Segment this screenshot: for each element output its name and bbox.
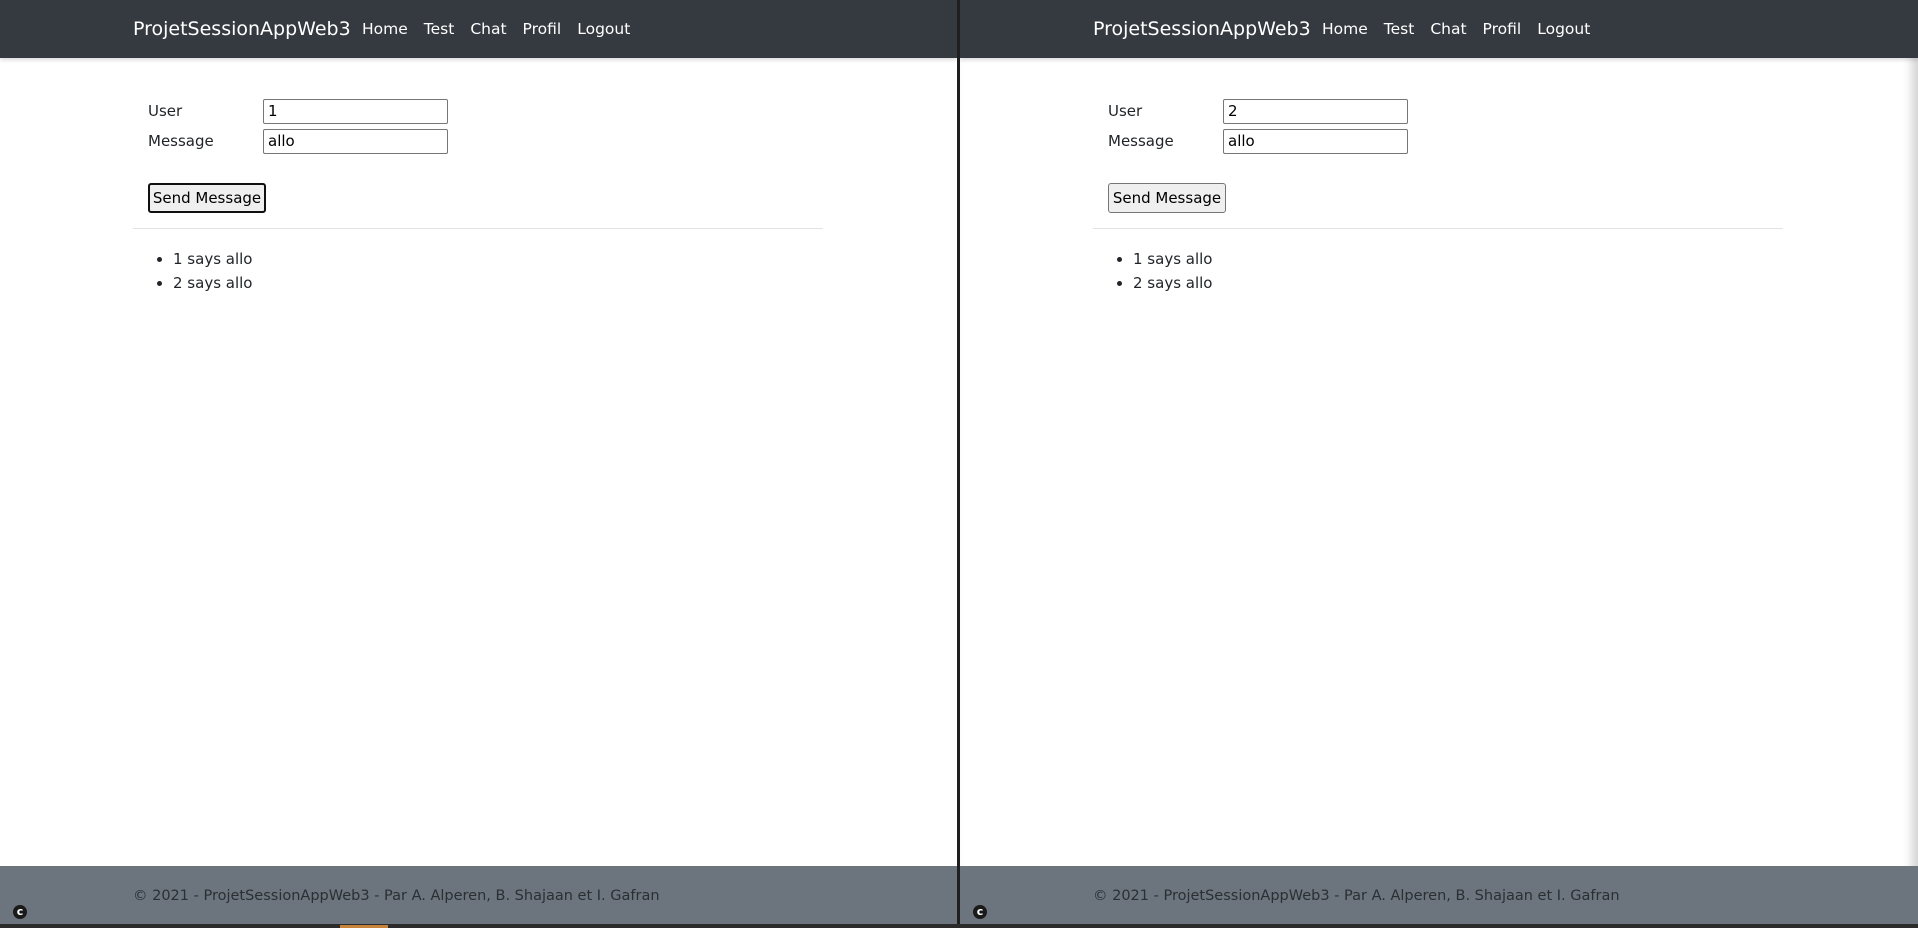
divider-line: [133, 228, 823, 229]
c-circle-icon[interactable]: c: [13, 905, 27, 919]
message-item: 1 says allo: [1133, 247, 1212, 271]
footer-text: © 2021 - ProjetSessionAppWeb3 - Par A. A…: [1093, 888, 1620, 904]
message-item: 1 says allo: [173, 247, 252, 271]
nav-links: Home Test Chat Profil Logout: [1322, 20, 1606, 38]
footer: © 2021 - ProjetSessionAppWeb3 - Par A. A…: [0, 866, 957, 924]
user-label: User: [148, 102, 183, 120]
navbar-brand[interactable]: ProjetSessionAppWeb3: [1093, 18, 1311, 40]
nav-logout-link[interactable]: Logout: [577, 20, 630, 38]
nav-profil-link[interactable]: Profil: [1483, 20, 1522, 38]
user-input[interactable]: [1223, 99, 1408, 124]
split-screen: ProjetSessionAppWeb3 Home Test Chat Prof…: [0, 0, 1918, 928]
c-circle-icon[interactable]: c: [973, 905, 987, 919]
send-message-button[interactable]: Send Message: [1108, 183, 1226, 213]
nav-chat-link[interactable]: Chat: [470, 20, 506, 38]
nav-test-link[interactable]: Test: [1384, 20, 1415, 38]
browser-pane-left: ProjetSessionAppWeb3 Home Test Chat Prof…: [0, 0, 957, 924]
message-label: Message: [1108, 132, 1174, 150]
navbar-brand[interactable]: ProjetSessionAppWeb3: [133, 18, 351, 40]
nav-chat-link[interactable]: Chat: [1430, 20, 1466, 38]
message-input[interactable]: [1223, 129, 1408, 154]
navbar: ProjetSessionAppWeb3 Home Test Chat Prof…: [960, 0, 1918, 58]
message-label: Message: [148, 132, 214, 150]
send-message-button[interactable]: Send Message: [148, 183, 266, 213]
nav-home-link[interactable]: Home: [1322, 20, 1368, 38]
message-input[interactable]: [263, 129, 448, 154]
footer: © 2021 - ProjetSessionAppWeb3 - Par A. A…: [960, 866, 1918, 924]
nav-logout-link[interactable]: Logout: [1537, 20, 1590, 38]
nav-links: Home Test Chat Profil Logout: [362, 20, 646, 38]
user-label: User: [1108, 102, 1143, 120]
nav-test-link[interactable]: Test: [424, 20, 455, 38]
nav-profil-link[interactable]: Profil: [523, 20, 562, 38]
taskbar-strip: [0, 924, 1918, 928]
footer-text: © 2021 - ProjetSessionAppWeb3 - Par A. A…: [133, 888, 660, 904]
messages-list: 1 says allo 2 says allo: [148, 247, 252, 295]
nav-home-link[interactable]: Home: [362, 20, 408, 38]
user-input[interactable]: [263, 99, 448, 124]
navbar: ProjetSessionAppWeb3 Home Test Chat Prof…: [0, 0, 957, 58]
browser-pane-right: ProjetSessionAppWeb3 Home Test Chat Prof…: [960, 0, 1918, 924]
messages-list: 1 says allo 2 says allo: [1108, 247, 1212, 295]
divider-line: [1093, 228, 1783, 229]
message-item: 2 says allo: [1133, 271, 1212, 295]
message-item: 2 says allo: [173, 271, 252, 295]
